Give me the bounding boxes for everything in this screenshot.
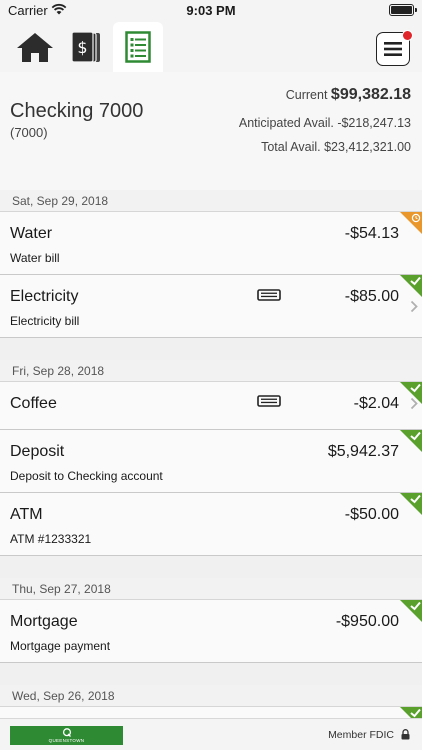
transaction-name: Deposit: [10, 443, 65, 460]
bank-logo: QUEENSTOWN: [10, 726, 123, 745]
transaction-row[interactable]: [0, 707, 422, 718]
transaction-row[interactable]: Electricity Electricity bill -$85.00: [0, 275, 422, 338]
date-header: Thu, Sep 27, 2018: [0, 578, 422, 600]
menu-button[interactable]: [376, 30, 413, 66]
lock-icon: [401, 729, 410, 740]
transaction-amount: -$2.04: [353, 395, 399, 412]
transaction-name: Mortgage: [10, 613, 78, 630]
transaction-row[interactable]: Coffee -$2.04: [0, 382, 422, 430]
cleared-check-icon: [400, 430, 422, 452]
home-icon: [17, 33, 53, 62]
status-bar: Carrier 9:03 PM: [0, 0, 422, 22]
transaction-description: Mortgage payment: [10, 639, 111, 653]
group-spacer: [0, 556, 422, 578]
transaction-name: ATM: [10, 506, 43, 523]
pending-clock-icon: [400, 212, 422, 234]
transaction-row[interactable]: Water Water bill -$54.13: [0, 212, 422, 275]
account-name: Checking 7000: [10, 100, 144, 122]
transaction-description: Water bill: [10, 251, 60, 265]
date-header: Wed, Sep 26, 2018: [0, 685, 422, 707]
group-spacer: [0, 338, 422, 360]
transaction-row[interactable]: ATM ATM #1233321 -$50.00: [0, 493, 422, 556]
tab-home[interactable]: [12, 22, 58, 72]
current-balance: Current $99,382.18: [286, 86, 411, 104]
transaction-amount: -$85.00: [344, 288, 399, 305]
hamburger-menu-icon: [384, 42, 402, 56]
receipt-icon: [257, 289, 281, 301]
account-summary: Checking 7000 (7000) Current $99,382.18 …: [0, 72, 422, 190]
transaction-description: ATM #1233321: [10, 532, 92, 546]
cleared-check-icon: [400, 493, 422, 515]
group-spacer: [0, 663, 422, 685]
top-nav: $: [0, 22, 422, 72]
transaction-amount: -$50.00: [344, 506, 399, 523]
cleared-check-icon: [400, 275, 422, 297]
current-balance-value: $99,382.18: [330, 86, 411, 103]
account-number: (7000): [10, 125, 48, 140]
transaction-name: Coffee: [10, 395, 57, 412]
transaction-amount: $5,942.37: [327, 443, 399, 460]
transaction-row[interactable]: Mortgage Mortgage payment -$950.00: [0, 600, 422, 663]
transaction-description: Electricity bill: [10, 314, 80, 328]
logo-wordmark: QUEENSTOWN: [48, 738, 85, 743]
transaction-row[interactable]: Deposit Deposit to Checking account $5,9…: [0, 430, 422, 493]
transaction-amount: -$950.00: [335, 613, 399, 630]
transaction-name: Water: [10, 225, 53, 242]
transaction-description: Deposit to Checking account: [10, 469, 163, 483]
transaction-amount: -$54.13: [344, 225, 399, 242]
tab-transactions[interactable]: [113, 22, 163, 72]
cleared-check-icon: [400, 707, 422, 718]
ledger-icon: [125, 31, 151, 63]
chevron-right-icon[interactable]: [410, 397, 418, 410]
current-balance-label: Current: [285, 88, 328, 102]
clock-time: 9:03 PM: [186, 3, 236, 18]
dollar-cards-icon: $: [71, 31, 100, 63]
cleared-check-icon: [400, 600, 422, 622]
date-header: Fri, Sep 28, 2018: [0, 360, 422, 382]
logo-emblem-icon: [62, 728, 71, 737]
transaction-name: Electricity: [10, 288, 79, 305]
date-header: Sat, Sep 29, 2018: [0, 190, 422, 212]
footer: QUEENSTOWN Member FDIC: [0, 718, 422, 750]
notification-dot: [402, 30, 413, 41]
anticipated-balance: Anticipated Avail. -$218,247.13: [238, 116, 411, 130]
transaction-list[interactable]: Sat, Sep 29, 2018 Water Water bill -$54.…: [0, 190, 422, 718]
total-available-balance: Total Avail. $23,412,321.00: [261, 140, 411, 154]
svg-text:$: $: [77, 38, 87, 57]
receipt-icon: [257, 395, 281, 407]
chevron-right-icon[interactable]: [410, 300, 418, 313]
battery-icon: [389, 4, 417, 16]
tab-accounts[interactable]: $: [64, 22, 108, 72]
fdic-label: Member FDIC: [328, 729, 394, 741]
